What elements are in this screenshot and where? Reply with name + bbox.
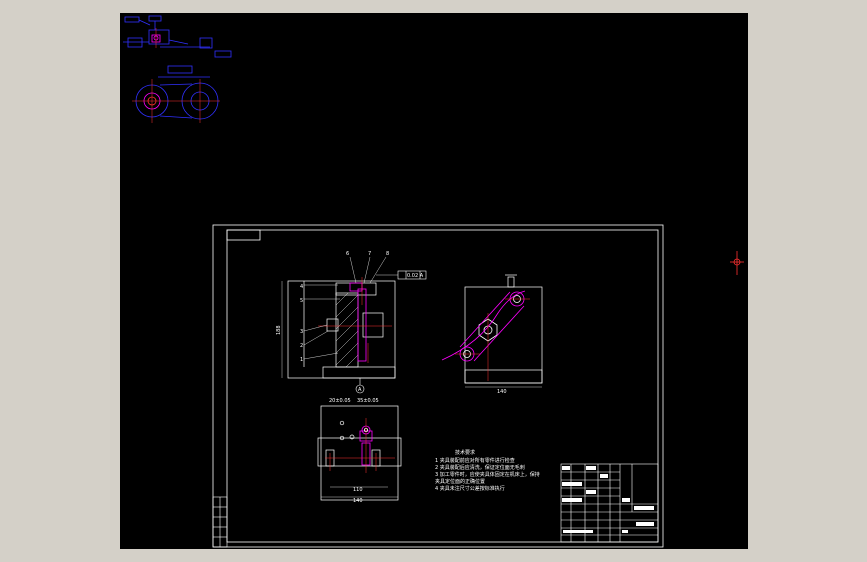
bottom-inner-dim: 110 [353,487,363,493]
svg-text:7: 7 [368,251,371,257]
svg-text:5: 5 [300,298,303,304]
drawing-sheet [212,224,664,548]
note-line: 3 加工零件时，应使夹具体固定在机床上，保持 [435,471,540,478]
tolerance-frame: 0.02 A [397,270,427,280]
bottom-view-centerlines [325,418,395,473]
front-view-leaders [303,256,398,360]
notes-title: 技术要求 [455,449,475,456]
side-width-dim: 140 [497,389,507,395]
note-line: 2 夹具装配后应清洗，保证定位面无毛刺 [435,464,525,471]
cad-drawing: 4 5 3 2 1 6 7 8 0.02 A A 188 140 110 140… [123,15,744,548]
bottom-outer-dim: 140 [353,498,363,504]
datum-symbol: A [355,378,365,394]
front-height-dim: 188 [276,325,282,335]
front-view [287,280,396,379]
svg-text:8: 8 [386,251,389,257]
note-line: 夹具定位面的正确位置 [435,478,485,485]
bottom-view [317,405,402,501]
bore-dim-2: 35±0.05 [357,398,379,404]
front-view-height-dim: 188 [276,281,283,378]
note-line: 1 夹具装配前应对所有零件进行检查 [435,457,515,464]
note-line: 4 夹具未注尺寸公差按标准执行 [435,485,505,492]
side-view-workpiece [441,290,526,362]
side-view-width-dim: 140 [465,386,542,395]
cad-drawing-viewport[interactable]: 4 5 3 2 1 6 7 8 0.02 A A 188 140 110 140… [120,13,748,549]
technical-notes: 技术要求 1 夹具装配前应对所有零件进行检查 2 夹具装配后应清洗，保证定位面无… [435,449,540,492]
svg-text:2: 2 [300,343,303,349]
bore-dim-1: 20±0.05 [329,398,351,404]
part-sketch-plan [132,65,220,123]
binding-margin-table [212,496,228,548]
title-block-text [562,466,654,533]
front-view-centerlines [318,277,392,363]
tolerance-value: 0.02 A [407,273,424,279]
svg-text:3: 3 [300,329,303,335]
svg-text:1: 1 [300,357,303,363]
bottom-view-dims: 110 140 20±0.05 35±0.05 [321,398,398,504]
front-view-callouts: 4 5 3 2 1 6 7 8 [300,251,389,363]
front-view-hatch [335,292,359,368]
svg-text:4: 4 [300,284,303,290]
stray-symbol [730,251,744,275]
svg-text:6: 6 [346,251,349,257]
datum-label: A [358,387,362,393]
part-sketch-top [123,15,232,58]
